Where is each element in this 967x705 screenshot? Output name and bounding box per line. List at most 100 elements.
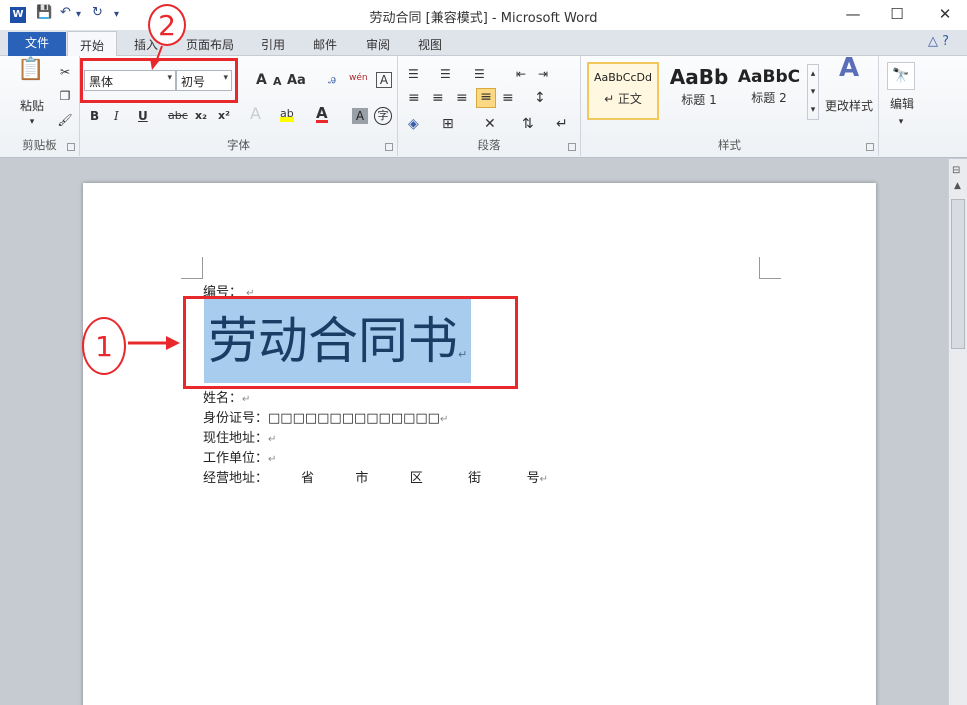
close-button[interactable]: ✕ [930,5,960,23]
copy-icon[interactable]: ❐ [56,88,74,104]
highlight-icon[interactable]: ab [280,106,294,122]
document-area: 编号： ↵ 劳动合同书↵ 姓名：↵ 身份证号：□□□□□□□□□□□□□□↵ 现… [0,159,948,705]
paragraph-mark: ↵ [439,414,449,425]
tab-review[interactable]: 审阅 [366,36,390,53]
text-effect-icon[interactable]: A [250,106,261,122]
decrease-indent-icon[interactable]: ⇤ [516,66,526,82]
align-left-icon[interactable]: ≡ [408,90,420,106]
multilevel-list-icon[interactable]: ☰ [474,66,485,82]
editing-button[interactable]: 编辑 [885,96,919,112]
sort-icon[interactable]: ⇅ [522,116,534,132]
help-icon[interactable]: △ ? [928,34,949,49]
style-heading-1[interactable]: AaBb 标题 1 [663,62,735,120]
chinese-layout-icon[interactable]: ✕ [484,116,496,132]
show-marks-icon[interactable]: ↵ [556,116,568,132]
annotation-callout-2: 2 [148,4,186,46]
paragraph-group: ☰ ☰ ☰ ⇤ ⇥ ≡ ≡ ≡ ≡ ≡ ↕ ◈ ⊞ ✕ ⇅ ↵ 段落 [398,56,581,156]
annotation-box-heading [183,296,518,389]
shading-icon[interactable]: ◈ [408,116,419,132]
body-line-text: 工作单位： [203,451,269,466]
body-line-text: 现住地址： [203,431,269,446]
paragraph-mark: ↵ [268,434,277,445]
body-line[interactable]: 经营地址： 省 市 区 街 号↵ [203,467,548,486]
superscript-icon[interactable]: x² [218,108,230,124]
justify-icon[interactable]: ≡ [476,88,496,108]
paragraph-mark: ↵ [268,454,277,465]
styles-group-label: 样式 [718,138,741,152]
body-line-text: 姓名： [203,391,243,406]
clipboard-launcher-icon[interactable] [67,143,75,151]
style-normal[interactable]: AaBbCcDd ↵ 正文 [587,62,659,120]
chevron-down-icon[interactable]: ▾ [893,114,909,130]
clipboard-group: 📋 粘贴 ▾ ✂ ❐ 🖌 剪贴板 [0,56,80,156]
shrink-font-icon[interactable]: A [273,74,282,90]
tab-mailings[interactable]: 邮件 [313,36,337,53]
title-bar: W 💾 ↶ ▾ ↻ ▾ 劳动合同 [兼容模式] - Microsoft Word… [0,0,967,30]
italic-icon[interactable]: I [114,108,119,124]
bullets-icon[interactable]: ☰ [408,66,419,82]
bold-icon[interactable]: B [90,108,99,124]
margin-corner-marker [759,257,781,279]
borders-icon[interactable]: ⊞ [442,116,454,132]
paste-button[interactable]: 粘贴 [12,98,52,114]
styles-group: AaBbCcDd ↵ 正文 AaBb 标题 1 AaBbC 标题 2 ▴ ▾ ▾ A… [581,55,879,156]
paste-dropdown-icon[interactable]: ▾ [24,114,40,130]
document-page[interactable]: 编号： ↵ 劳动合同书↵ 姓名：↵ 身份证号：□□□□□□□□□□□□□□↵ 现… [83,183,876,705]
center-icon[interactable]: ≡ [432,90,444,106]
maximize-button[interactable]: ☐ [882,5,912,23]
tab-view[interactable]: 视图 [418,36,442,53]
annotation-callout-1: 1 [82,317,126,375]
styles-scroll-icon[interactable]: ▴ ▾ ▾ [807,64,819,120]
format-painter-icon[interactable]: 🖌 [56,112,74,128]
font-color-icon[interactable]: A [316,106,328,123]
style-name: ↵ 正文 [604,92,642,106]
paste-icon[interactable]: 📋 [14,59,48,90]
style-heading-2[interactable]: AaBbC 标题 2 [733,62,805,120]
binoculars-icon[interactable]: 🔭 [887,62,915,90]
body-line[interactable]: 工作单位：↵ [203,447,276,466]
annotation-box-font [80,58,238,103]
underline-icon[interactable]: U [138,108,148,124]
change-styles-icon[interactable]: A [831,55,867,81]
line-spacing-icon[interactable]: ↕ [534,90,546,106]
body-line[interactable]: 身份证号：□□□□□□□□□□□□□□↵ [203,407,448,426]
tab-references[interactable]: 引用 [261,36,285,53]
subscript-icon[interactable]: x₂ [195,108,207,124]
vertical-scrollbar[interactable]: ⊟ ▲ [948,159,967,705]
paragraph-mark: ↵ [242,394,251,405]
cut-icon[interactable]: ✂ [56,64,74,80]
style-sample: AaBbC [737,67,801,87]
tab-home[interactable]: 开始 [67,31,118,57]
style-name: 标题 1 [681,93,717,107]
body-line[interactable]: 姓名：↵ [203,387,250,406]
ribbon-tabs: 文件 开始 插入 页面布局 引用 邮件 审阅 视图 △ ? [0,30,967,57]
distributed-icon[interactable]: ≡ [502,90,514,106]
style-name: 标题 2 [751,91,787,105]
tab-file[interactable]: 文件 [8,32,66,56]
body-line-text: 经营地址： 省 市 区 街 号 [203,471,540,486]
enclosed-char-icon[interactable]: 字 [374,107,392,125]
change-case-icon[interactable]: Aa [287,73,306,89]
window-title: 劳动合同 [兼容模式] - Microsoft Word [369,11,598,26]
tab-page-layout[interactable]: 页面布局 [186,36,234,53]
font-launcher-icon[interactable] [385,143,393,151]
strikethrough-icon[interactable]: abc [168,108,188,124]
ruler-toggle-icon[interactable]: ⊟ [952,165,960,176]
clear-format-icon[interactable]: ꭿ [328,72,336,88]
numbering-icon[interactable]: ☰ [440,66,451,82]
increase-indent-icon[interactable]: ⇥ [538,66,548,82]
char-shading-icon[interactable]: A [352,108,368,124]
change-styles-button[interactable]: 更改样式 [823,98,875,114]
scroll-up-icon[interactable]: ▲ [954,181,961,191]
paragraph-mark: ↵ [539,474,549,485]
paragraph-launcher-icon[interactable] [568,143,576,151]
align-right-icon[interactable]: ≡ [456,90,468,106]
grow-font-icon[interactable]: A [256,72,267,88]
body-line[interactable]: 现住地址：↵ [203,427,276,446]
scroll-thumb[interactable] [951,199,965,349]
styles-launcher-icon[interactable] [866,143,874,151]
margin-corner-marker [181,257,203,279]
phonetic-guide-icon[interactable]: wén [349,70,368,86]
minimize-button[interactable]: — [838,5,868,23]
char-border-icon[interactable]: A [376,72,392,88]
